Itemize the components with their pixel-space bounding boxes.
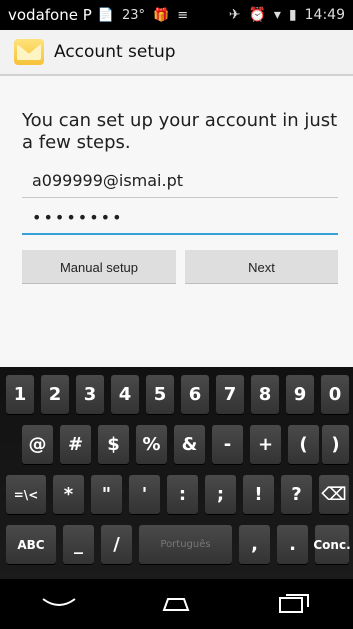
key-1[interactable]: 1	[6, 375, 34, 414]
system-icons: ✈ ⏰ ▾ ▮ 14:49	[229, 7, 345, 23]
key-7[interactable]: 7	[216, 375, 244, 414]
key-8[interactable]: 8	[251, 375, 279, 414]
status-bar: vodafone P 📄 23° 🎁 ≡ ✈ ⏰ ▾ ▮ 14:49	[0, 0, 353, 30]
key-hash[interactable]: #	[60, 425, 91, 464]
key-more-symbols[interactable]: =\<	[6, 475, 46, 514]
key-double-quote[interactable]: "	[91, 475, 122, 514]
email-app-icon[interactable]	[14, 39, 44, 65]
account-setup-form: You can set up your account in just a fe…	[0, 76, 353, 367]
page-title: Account setup	[54, 42, 176, 62]
back-icon[interactable]	[35, 589, 83, 619]
alarm-icon: ⏰	[248, 7, 266, 23]
key-9[interactable]: 9	[286, 375, 314, 414]
notification-icons: 📄 23° 🎁 ≡	[98, 8, 188, 23]
key-single-quote[interactable]: '	[129, 475, 160, 514]
key-asterisk[interactable]: *	[53, 475, 84, 514]
password-field[interactable]: ••••••••	[22, 201, 338, 235]
key-semicolon[interactable]: ;	[205, 475, 236, 514]
key-exclamation[interactable]: !	[243, 475, 274, 514]
usb-icon: ≡	[177, 7, 189, 23]
weather-icon: 23°	[121, 7, 146, 23]
manual-setup-button[interactable]: Manual setup	[22, 250, 176, 284]
key-4[interactable]: 4	[111, 375, 139, 414]
backspace-icon[interactable]: ⌫	[319, 475, 349, 514]
intro-text: You can set up your account in just a fe…	[22, 110, 338, 153]
key-5[interactable]: 5	[146, 375, 174, 414]
key-done[interactable]: Conc.	[313, 525, 351, 564]
key-plus[interactable]: +	[250, 425, 281, 464]
home-icon[interactable]	[152, 589, 200, 619]
gift-icon: 🎁	[153, 7, 170, 23]
key-slash[interactable]: /	[101, 525, 132, 564]
key-close-paren[interactable]: )	[322, 425, 349, 464]
key-6[interactable]: 6	[181, 375, 209, 414]
airplane-icon: ✈	[228, 7, 241, 23]
clock: 14:49	[304, 7, 345, 23]
recents-icon[interactable]	[270, 589, 318, 619]
key-underscore[interactable]: _	[63, 525, 94, 564]
key-ampersand[interactable]: &	[174, 425, 205, 464]
password-value: ••••••••	[32, 207, 124, 227]
email-value: a099999@ismai.pt	[32, 171, 184, 190]
action-bar: Account setup	[0, 30, 353, 76]
key-minus[interactable]: -	[212, 425, 243, 464]
key-comma[interactable]: ,	[239, 525, 270, 564]
navigation-bar	[0, 579, 353, 629]
key-period[interactable]: .	[277, 525, 308, 564]
email-field[interactable]: a099999@ismai.pt	[22, 164, 338, 198]
key-abc[interactable]: ABC	[6, 525, 56, 564]
signal-icon: ▾	[273, 7, 281, 23]
key-percent[interactable]: %	[136, 425, 167, 464]
key-3[interactable]: 3	[76, 375, 104, 414]
key-open-paren[interactable]: (	[288, 425, 319, 464]
key-dollar[interactable]: $	[98, 425, 129, 464]
next-button[interactable]: Next	[185, 250, 338, 284]
key-0[interactable]: 0	[321, 375, 349, 414]
battery-icon: ▮	[288, 7, 297, 23]
key-question[interactable]: ?	[281, 475, 312, 514]
notification-icon: 📄	[97, 7, 114, 23]
onscreen-keyboard: 1 2 3 4 5 6 7 8 9 0 @ # $ % & - + ( ) =\…	[0, 367, 353, 579]
space-key[interactable]: Português	[139, 525, 232, 564]
key-at[interactable]: @	[22, 425, 53, 464]
key-2[interactable]: 2	[41, 375, 69, 414]
key-colon[interactable]: :	[167, 475, 198, 514]
carrier-name: vodafone P	[8, 6, 92, 24]
